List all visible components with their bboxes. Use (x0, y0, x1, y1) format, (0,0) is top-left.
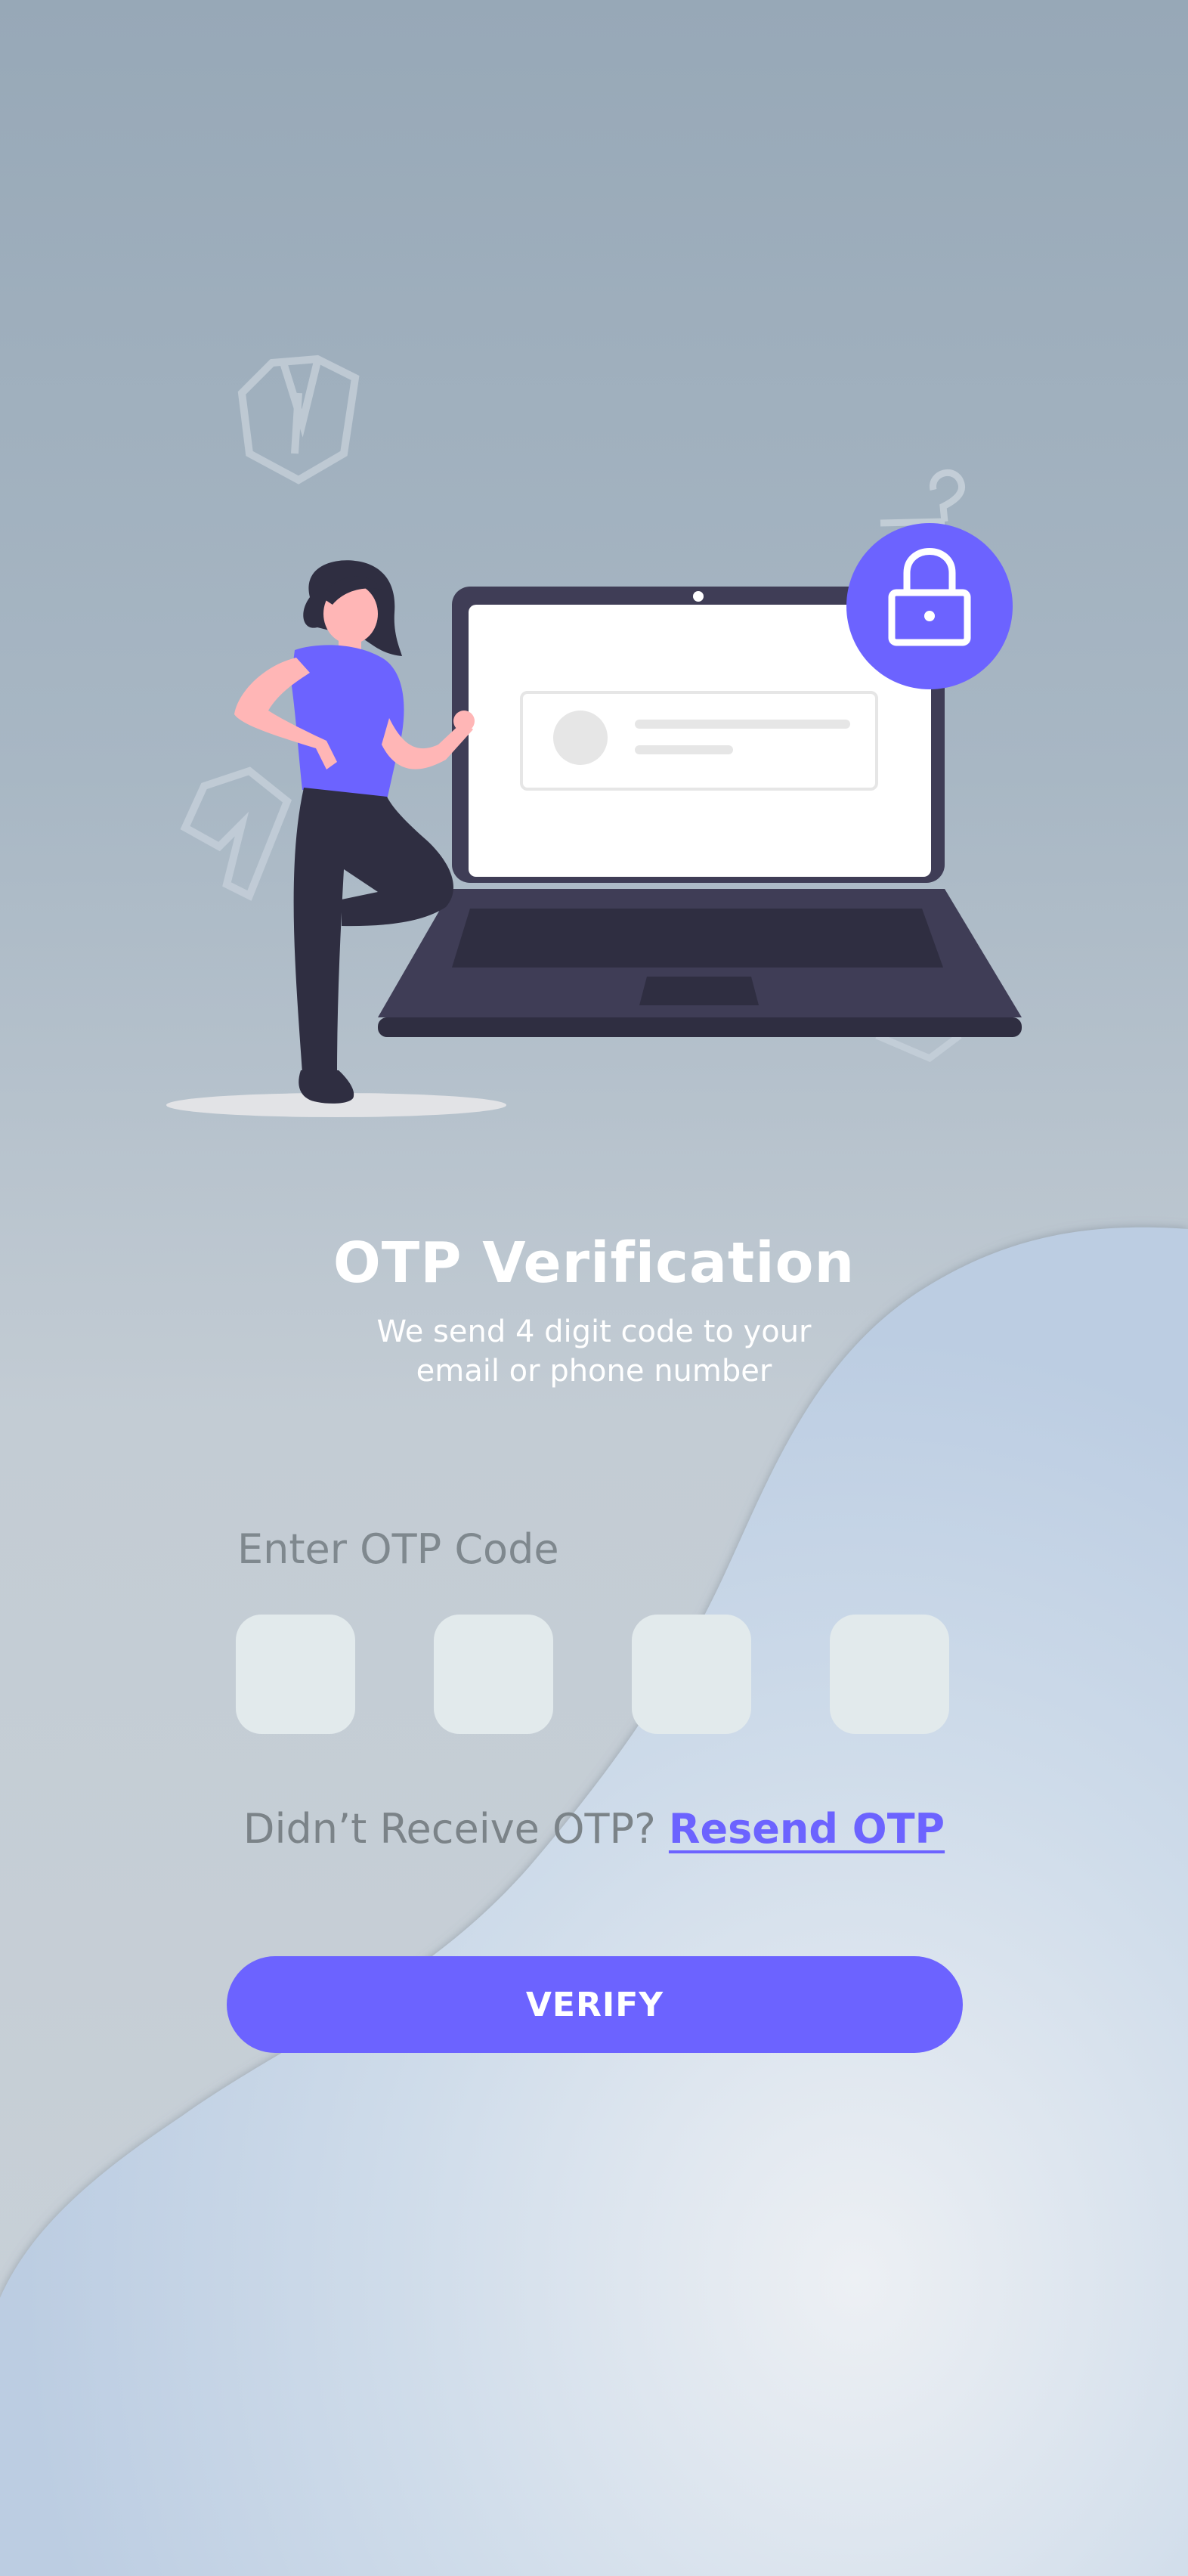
page-title: OTP Verification (333, 1231, 855, 1296)
hero-illustration (166, 355, 1022, 1117)
verify-button[interactable]: VERIFY (227, 1956, 963, 2053)
subtitle-line-1: We send 4 digit code to your (376, 1314, 812, 1349)
decorative-shirt-icon (237, 355, 360, 485)
decorative-pants-icon (180, 766, 292, 901)
resend-prompt: Didn’t Receive OTP? (243, 1805, 669, 1853)
otp-digit-4[interactable] (830, 1615, 949, 1734)
otp-digit-1[interactable] (236, 1615, 355, 1734)
resend-row: Didn’t Receive OTP? Resend OTP (0, 1805, 1188, 1853)
decorative-clothes-icon (875, 1032, 962, 1063)
decorative-hanger-icon (880, 469, 966, 527)
otp-digit-3[interactable] (632, 1615, 751, 1734)
page-subtitle: We send 4 digit code to your email or ph… (329, 1312, 859, 1391)
subtitle-line-2: email or phone number (416, 1354, 772, 1389)
otp-digit-2[interactable] (434, 1615, 553, 1734)
otp-label: Enter OTP Code (237, 1525, 559, 1573)
resend-otp-link[interactable]: Resend OTP (669, 1805, 945, 1853)
lock-badge (846, 523, 1013, 689)
